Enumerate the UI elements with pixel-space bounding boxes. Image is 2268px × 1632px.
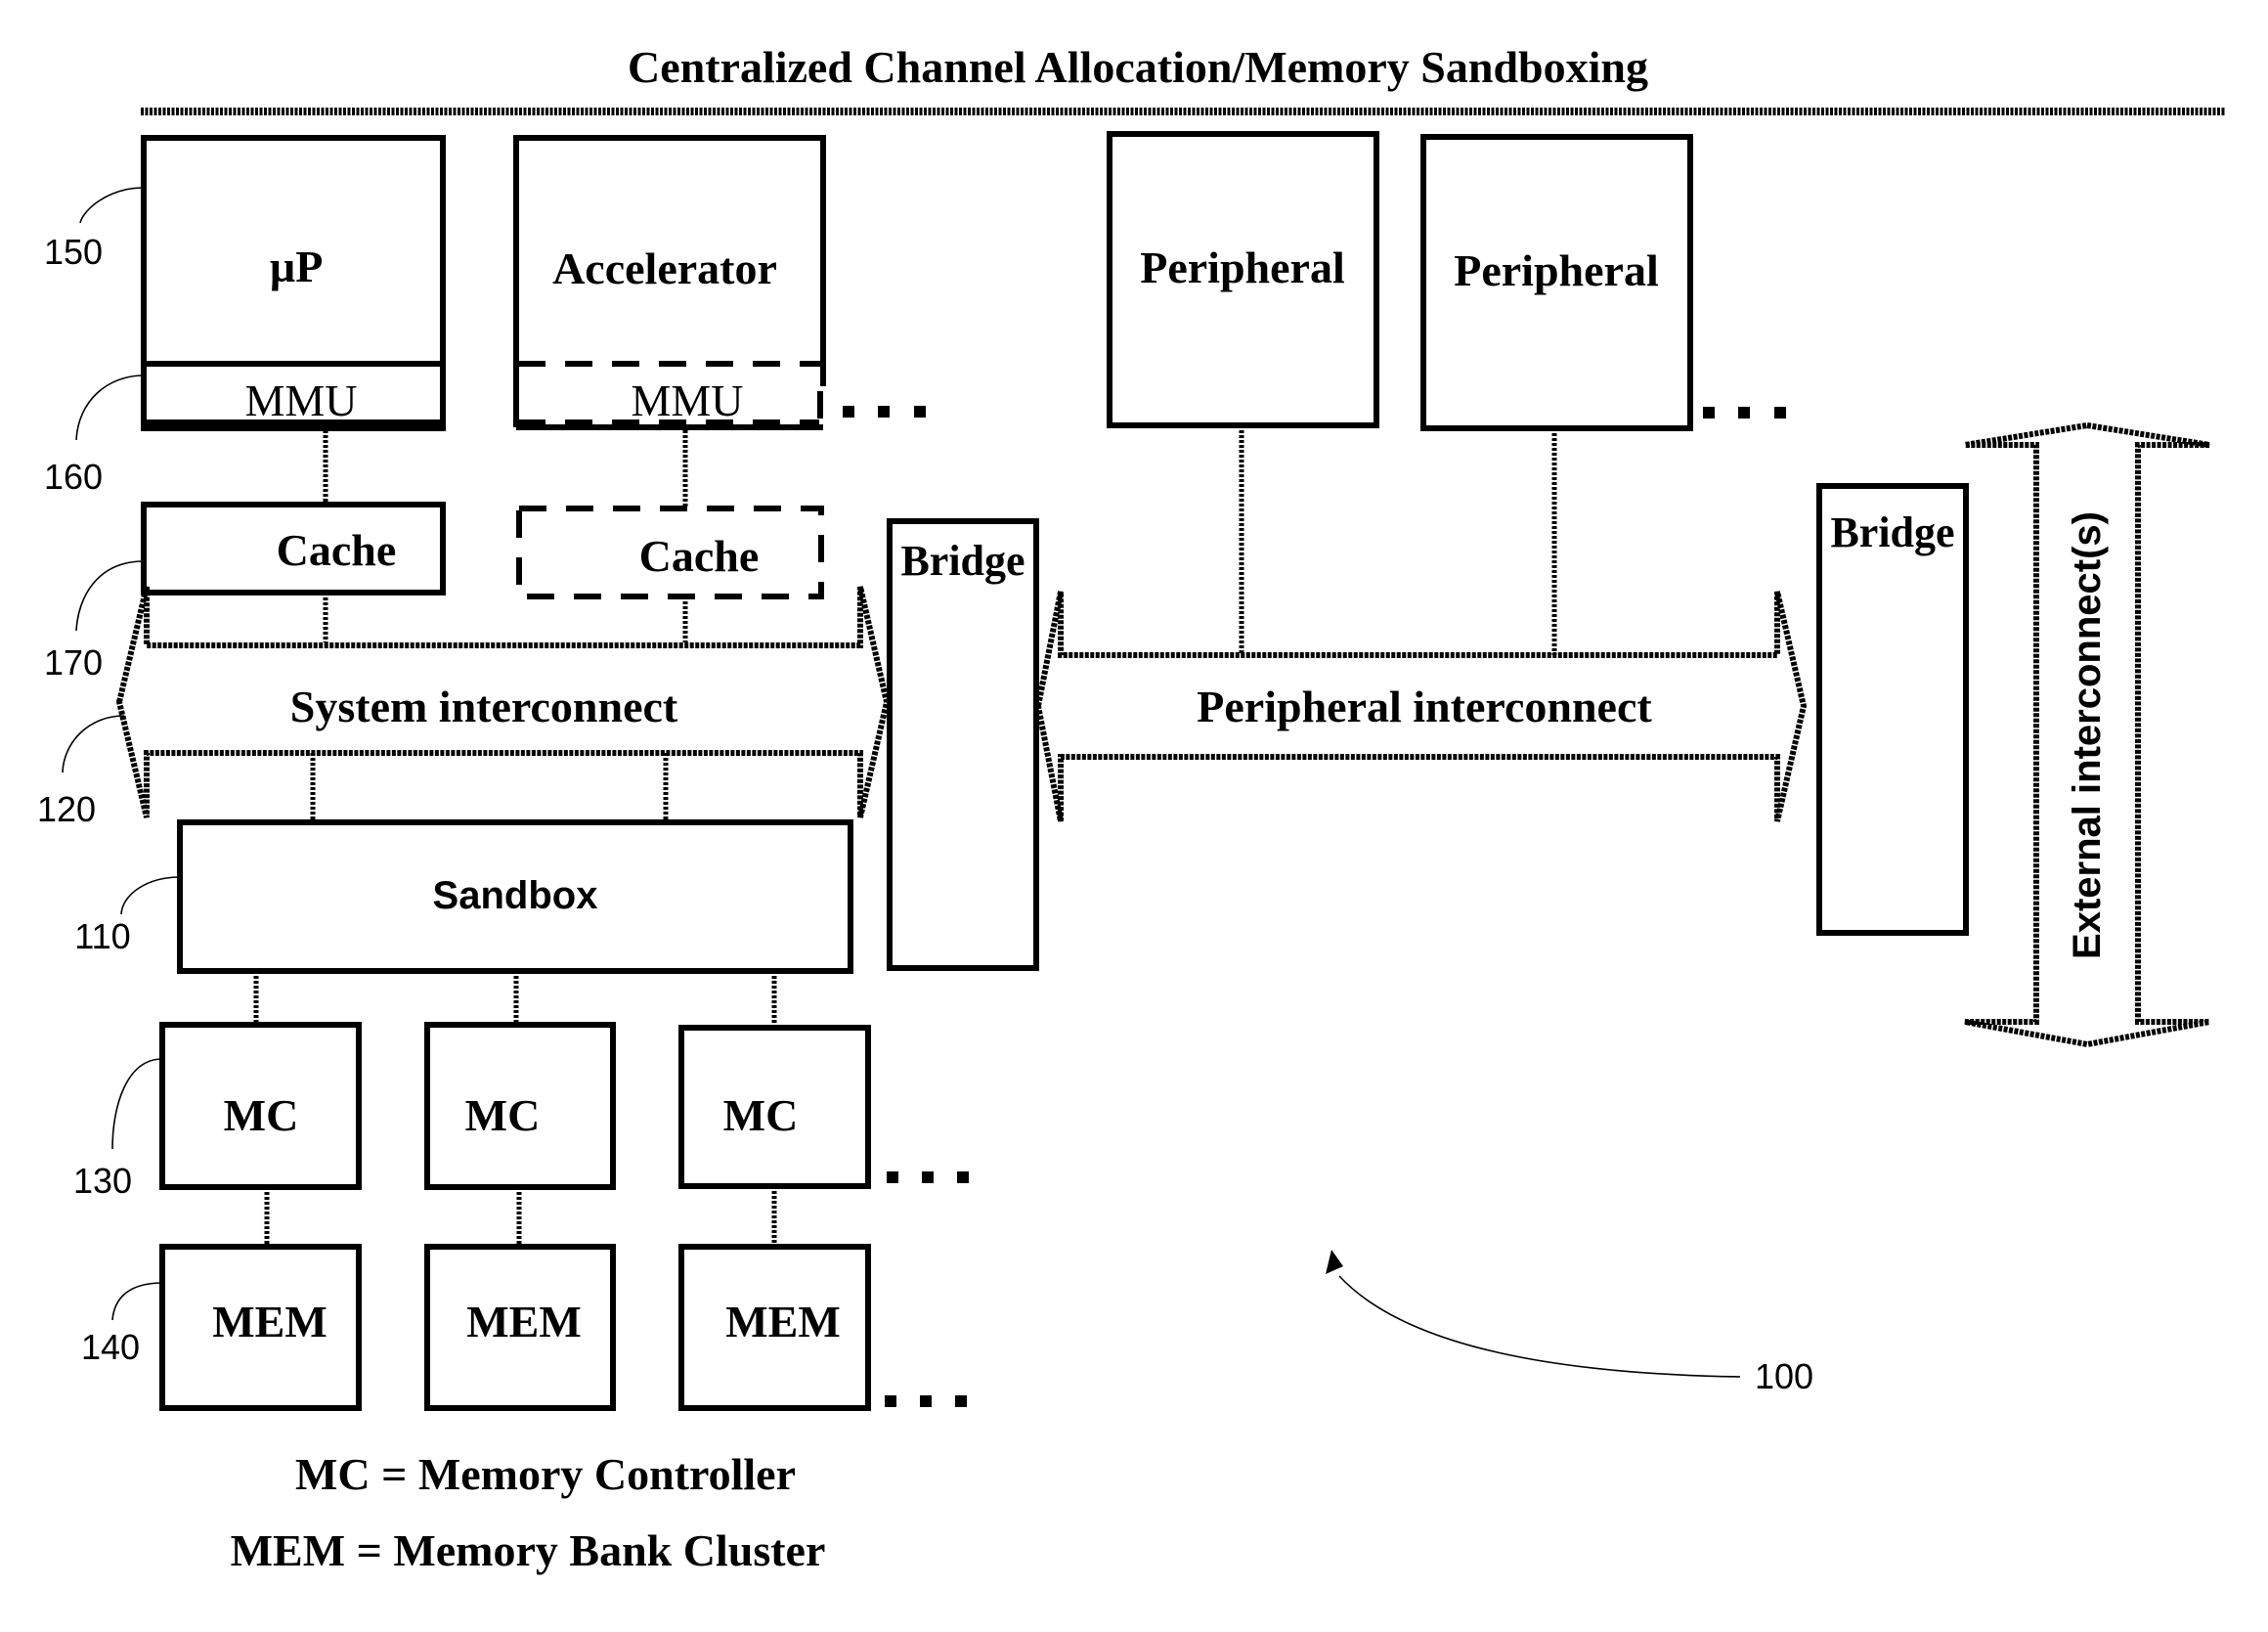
ref-140: 140 <box>81 1282 163 1367</box>
ref-170-label: 170 <box>44 642 103 683</box>
mem-label-2: MEM <box>466 1297 582 1346</box>
ellipsis-peripherals <box>1703 407 1786 419</box>
architecture-diagram: Centralized Channel Allocation/Memory Sa… <box>37 42 2226 1575</box>
ellipsis-mc <box>887 1171 969 1183</box>
peripheral-interconnect: Peripheral interconnect <box>1034 591 1808 822</box>
microprocessor-label: µP <box>270 242 324 291</box>
mem-label-3: MEM <box>725 1297 841 1346</box>
ref-140-label: 140 <box>81 1327 140 1367</box>
peripheral-block-1: Peripheral <box>1107 131 1379 428</box>
external-interconnect: External interconnect(s) <box>1964 421 2210 1048</box>
sandbox-label: Sandbox <box>433 874 598 917</box>
cache-block-2: Cache <box>516 506 824 599</box>
peripheral-interconnect-label: Peripheral interconnect <box>1197 682 1652 731</box>
legend-mc: MC = Memory Controller <box>295 1449 796 1499</box>
ref-110: 110 <box>74 876 181 956</box>
ref-130: 130 <box>73 1058 163 1201</box>
system-interconnect-label: System interconnect <box>290 682 678 731</box>
mem-label-1: MEM <box>212 1297 327 1346</box>
mc-label-2: MC <box>465 1090 541 1140</box>
bridge-block-1: Bridge <box>887 518 1039 971</box>
memory-controller-1: MC <box>159 1022 362 1190</box>
ref-120: 120 <box>37 715 125 829</box>
accelerator-label: Accelerator <box>552 243 777 293</box>
system-interconnect: System interconnect <box>115 586 891 818</box>
peripheral-block-2: Peripheral <box>1420 134 1693 431</box>
mc-label-3: MC <box>723 1090 799 1140</box>
cache-label-2: Cache <box>639 531 760 581</box>
microprocessor-block: µP MMU <box>141 135 446 431</box>
ref-100-arrowhead-icon <box>1326 1250 1343 1274</box>
mc-label-1: MC <box>224 1090 299 1140</box>
memory-bank-2: MEM <box>424 1244 616 1411</box>
bridge-label-1: Bridge <box>900 537 1025 585</box>
cache-label-1: Cache <box>277 525 397 575</box>
ref-160: 160 <box>44 375 145 497</box>
ref-100-label: 100 <box>1755 1356 1813 1396</box>
ref-150: 150 <box>44 187 145 272</box>
ref-160-label: 160 <box>44 457 103 497</box>
ellipsis-mem <box>885 1395 967 1407</box>
ref-100: 100 <box>1326 1250 1813 1396</box>
memory-bank-3: MEM <box>678 1244 871 1411</box>
legend-mem: MEM = Memory Bank Cluster <box>231 1525 826 1575</box>
peripheral-label-1: Peripheral <box>1140 243 1345 292</box>
sandbox-block: Sandbox <box>177 819 853 974</box>
memory-controller-2: MC <box>424 1022 616 1190</box>
memory-controller-3: MC <box>678 1025 871 1189</box>
diagram-title: Centralized Channel Allocation/Memory Sa… <box>628 42 1648 92</box>
cache-block-1: Cache <box>141 502 446 595</box>
memory-bank-1: MEM <box>159 1244 362 1411</box>
peripheral-label-2: Peripheral <box>1454 245 1659 295</box>
bridge-label-2: Bridge <box>1830 508 1954 556</box>
ref-120-label: 120 <box>37 789 96 829</box>
bridge-block-2: Bridge <box>1816 483 1969 936</box>
ellipsis-accelerators <box>843 406 926 418</box>
mmu-label-1: MMU <box>244 375 357 425</box>
mmu-label-2: MMU <box>631 375 743 425</box>
ref-150-label: 150 <box>44 232 103 272</box>
accelerator-block: Accelerator MMU <box>513 135 826 430</box>
external-interconnect-label: External interconnect(s) <box>2066 511 2109 959</box>
ref-110-label: 110 <box>74 916 130 956</box>
ref-130-label: 130 <box>73 1161 132 1201</box>
